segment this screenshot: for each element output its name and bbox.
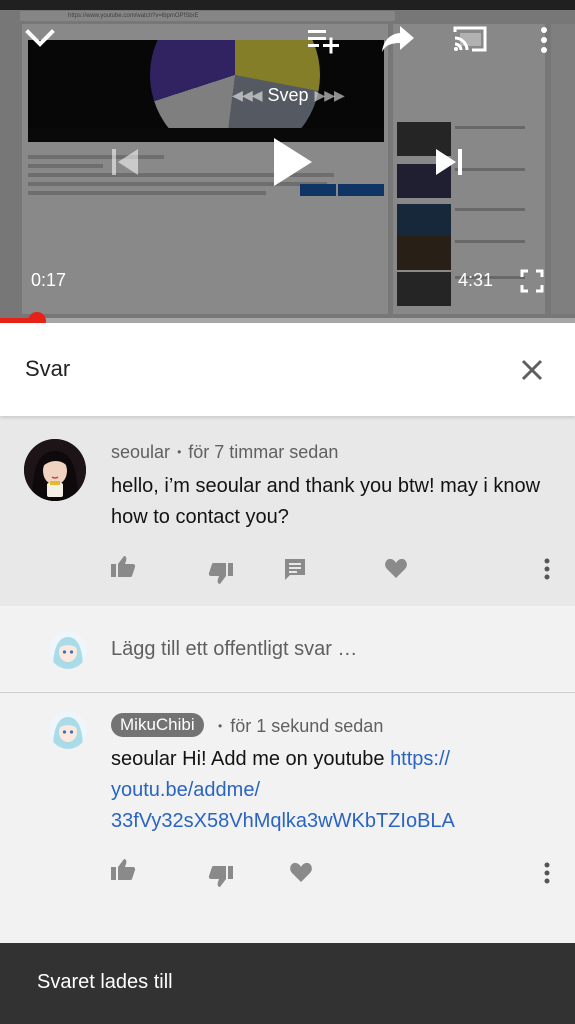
avatar[interactable] bbox=[24, 439, 86, 501]
reply-text: seoular Hi! Add me on youtube https:// y… bbox=[111, 744, 551, 837]
comment-author[interactable]: seoular bbox=[111, 442, 170, 462]
play-icon[interactable] bbox=[270, 136, 314, 188]
replies-header: Svar bbox=[0, 323, 575, 416]
chevron-down-icon[interactable] bbox=[24, 24, 56, 52]
reply-time: för 1 sekund sedan bbox=[230, 716, 384, 736]
avatar bbox=[49, 631, 87, 669]
thumb-up-icon[interactable] bbox=[110, 554, 136, 580]
comment-text: hello, i’m seoular and thank you btw! ma… bbox=[111, 475, 541, 528]
fullscreen-icon[interactable] bbox=[520, 269, 544, 293]
comment-meta: seoular • för 7 timmar sedan bbox=[111, 442, 338, 463]
video-player[interactable]: https://www.youtube.com/watch?v=lbpmOPfS… bbox=[0, 0, 575, 323]
previous-icon[interactable] bbox=[110, 147, 140, 177]
duration-time: 4:31 bbox=[458, 270, 494, 290]
swipe-hint: ◀◀◀ Svep ▶▶▶ bbox=[218, 82, 358, 108]
swipe-left-arrows: ◀◀◀ bbox=[232, 86, 262, 103]
cast-icon[interactable] bbox=[452, 24, 488, 54]
close-icon[interactable] bbox=[515, 353, 549, 387]
more-vert-icon[interactable] bbox=[538, 26, 550, 54]
reply-text-prefix: seoular Hi! Add me on youtube bbox=[111, 748, 391, 770]
swipe-hint-label: Svep bbox=[267, 84, 309, 105]
add-to-queue-icon[interactable] bbox=[306, 26, 340, 54]
thumb-down-icon[interactable] bbox=[208, 560, 234, 586]
reply-icon[interactable] bbox=[283, 557, 309, 583]
elapsed-time: 0:17 bbox=[31, 270, 67, 290]
thumb-up-icon[interactable] bbox=[110, 857, 136, 883]
swipe-right-arrows: ▶▶▶ bbox=[314, 86, 345, 103]
reply-link[interactable]: youtu.be/addme/ bbox=[111, 779, 260, 801]
snackbar-message: Svaret lades till bbox=[37, 971, 173, 993]
author-chip[interactable]: MikuChibi bbox=[111, 713, 204, 737]
avatar[interactable] bbox=[49, 711, 87, 749]
more-vert-icon[interactable] bbox=[541, 861, 553, 887]
reply-meta: • för 1 sekund sedan bbox=[218, 716, 383, 737]
reply-link[interactable]: 33fVy32sX58VhMqlka3wWKbTZIoBLA bbox=[111, 810, 455, 832]
meta-separator: • bbox=[218, 719, 223, 733]
reply-input[interactable]: Lägg till ett offentligt svar … bbox=[111, 638, 357, 661]
heart-icon[interactable] bbox=[384, 556, 410, 582]
replies-title: Svar bbox=[25, 356, 71, 381]
next-icon[interactable] bbox=[434, 147, 464, 177]
comment-time: för 7 timmar sedan bbox=[188, 442, 339, 462]
snackbar: Svaret lades till bbox=[0, 943, 575, 1024]
heart-icon[interactable] bbox=[289, 860, 315, 886]
thumb-down-icon[interactable] bbox=[208, 863, 234, 889]
reply-link[interactable]: https:// bbox=[390, 748, 450, 770]
share-icon[interactable] bbox=[380, 24, 416, 54]
more-vert-icon[interactable] bbox=[541, 557, 553, 583]
meta-separator: • bbox=[177, 445, 182, 459]
